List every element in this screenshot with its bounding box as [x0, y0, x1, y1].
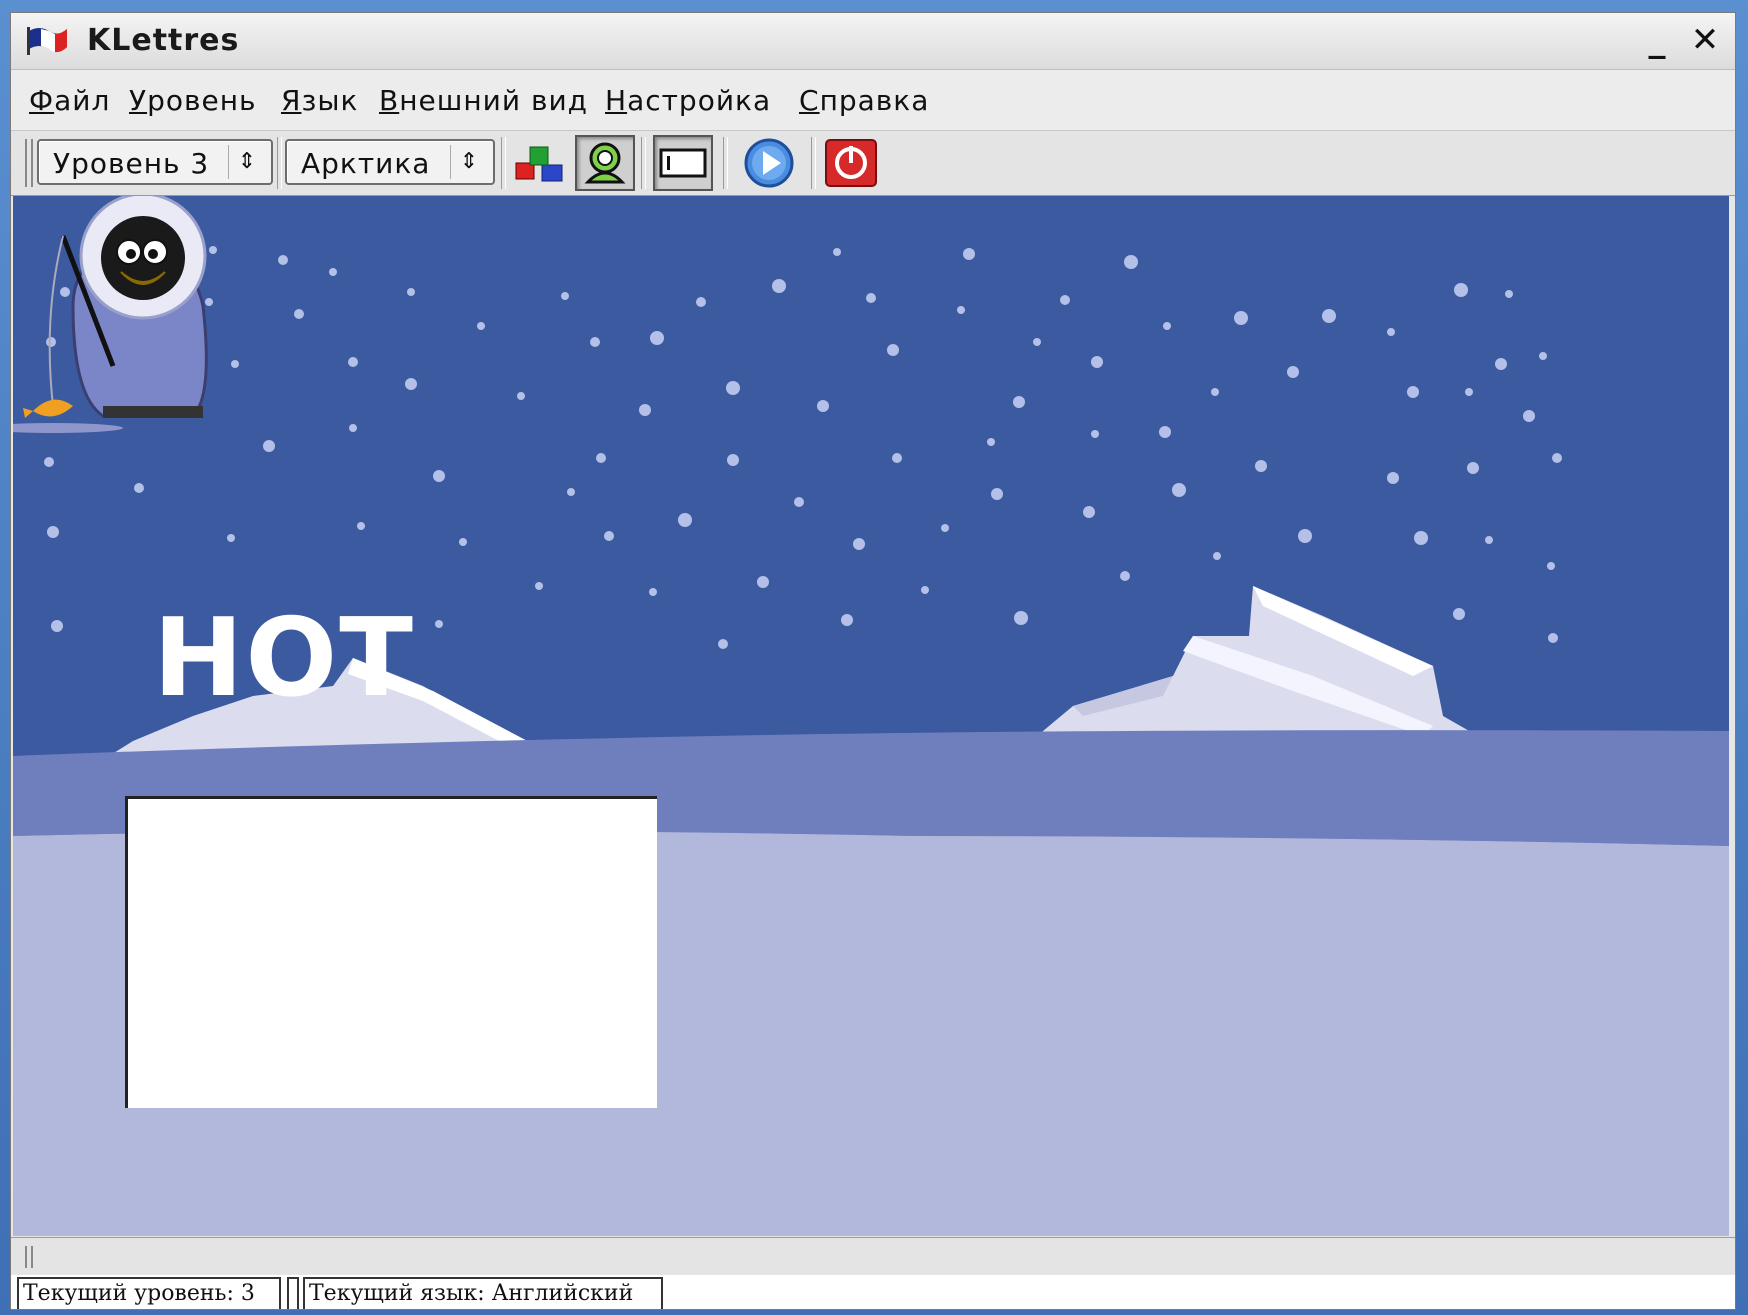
menu-level-label: ровень	[147, 84, 257, 117]
next-icon	[744, 138, 794, 188]
app-window: KLettres _ ✕ Файл Уровень Язык Внешний в…	[10, 12, 1736, 1310]
penguin-fisher-icon	[13, 196, 208, 433]
grownup-mode-icon	[584, 142, 626, 184]
theme-select-value: Арктика	[301, 147, 431, 180]
statusbar-grip-row	[11, 1237, 1735, 1274]
theme-spin-icon: ⇕	[450, 145, 487, 179]
close-button[interactable]: ✕	[1685, 23, 1725, 59]
menu-help-accel: С	[799, 84, 820, 117]
menu-language-accel: Я	[281, 84, 302, 117]
status-current-level: Текущий уровень: 3	[17, 1277, 281, 1309]
menu-settings-accel: Н	[605, 84, 628, 117]
minimize-button[interactable]: _	[1637, 23, 1677, 59]
menu-file-accel: Ф	[29, 84, 55, 117]
menu-view-accel: В	[379, 84, 400, 117]
answer-input[interactable]	[125, 796, 657, 1108]
menu-language[interactable]: Язык	[281, 84, 358, 117]
toolbar: Уровень 3 ⇕ Арктика ⇕	[11, 131, 1735, 196]
title-bar: KLettres _ ✕	[11, 13, 1735, 70]
toolbar-separator	[641, 137, 646, 189]
menu-bar: Файл Уровень Язык Внешний вид Настройка …	[11, 70, 1735, 131]
kids-mode-icon	[515, 146, 563, 182]
menu-view[interactable]: Внешний вид	[379, 84, 588, 117]
show-menubar-button[interactable]	[653, 135, 713, 191]
menu-level-accel: У	[129, 84, 148, 117]
statusbar-grip[interactable]	[25, 1246, 33, 1268]
menu-language-label: зык	[301, 84, 359, 117]
toolbar-grip[interactable]	[25, 139, 33, 187]
menu-view-label: нешний вид	[399, 84, 589, 117]
app-flag-icon	[27, 27, 67, 55]
toolbar-separator	[501, 137, 506, 189]
menu-help[interactable]: Справка	[799, 84, 929, 117]
theme-select[interactable]: Арктика ⇕	[285, 139, 495, 185]
quit-icon	[825, 139, 877, 187]
window-title: KLettres	[87, 23, 240, 58]
menu-file[interactable]: Файл	[29, 84, 110, 117]
grownup-mode-button[interactable]	[575, 135, 635, 191]
kids-mode-button[interactable]	[509, 135, 569, 191]
falling-word: НОТ	[153, 596, 415, 721]
menu-settings[interactable]: Настройка	[605, 84, 771, 117]
status-divider	[287, 1277, 299, 1309]
quit-button[interactable]	[821, 135, 881, 191]
toolbar-separator	[277, 137, 282, 189]
level-select-value: Уровень 3	[53, 147, 210, 180]
menu-level[interactable]: Уровень	[129, 84, 257, 117]
toolbar-separator	[811, 137, 816, 189]
menu-settings-label: астройка	[627, 84, 772, 117]
level-spin-icon: ⇕	[228, 145, 265, 179]
show-menubar-icon	[659, 148, 707, 178]
status-bar: Текущий уровень: 3 Текущий язык: Английс…	[11, 1275, 1735, 1309]
game-scene: НОТ	[13, 196, 1729, 1236]
toolbar-separator	[723, 137, 728, 189]
menu-help-label: правка	[819, 84, 930, 117]
next-word-button[interactable]	[739, 135, 799, 191]
menu-file-label: айл	[54, 84, 111, 117]
status-current-language: Текущий язык: Английский	[303, 1277, 663, 1309]
level-select[interactable]: Уровень 3 ⇕	[37, 139, 273, 185]
